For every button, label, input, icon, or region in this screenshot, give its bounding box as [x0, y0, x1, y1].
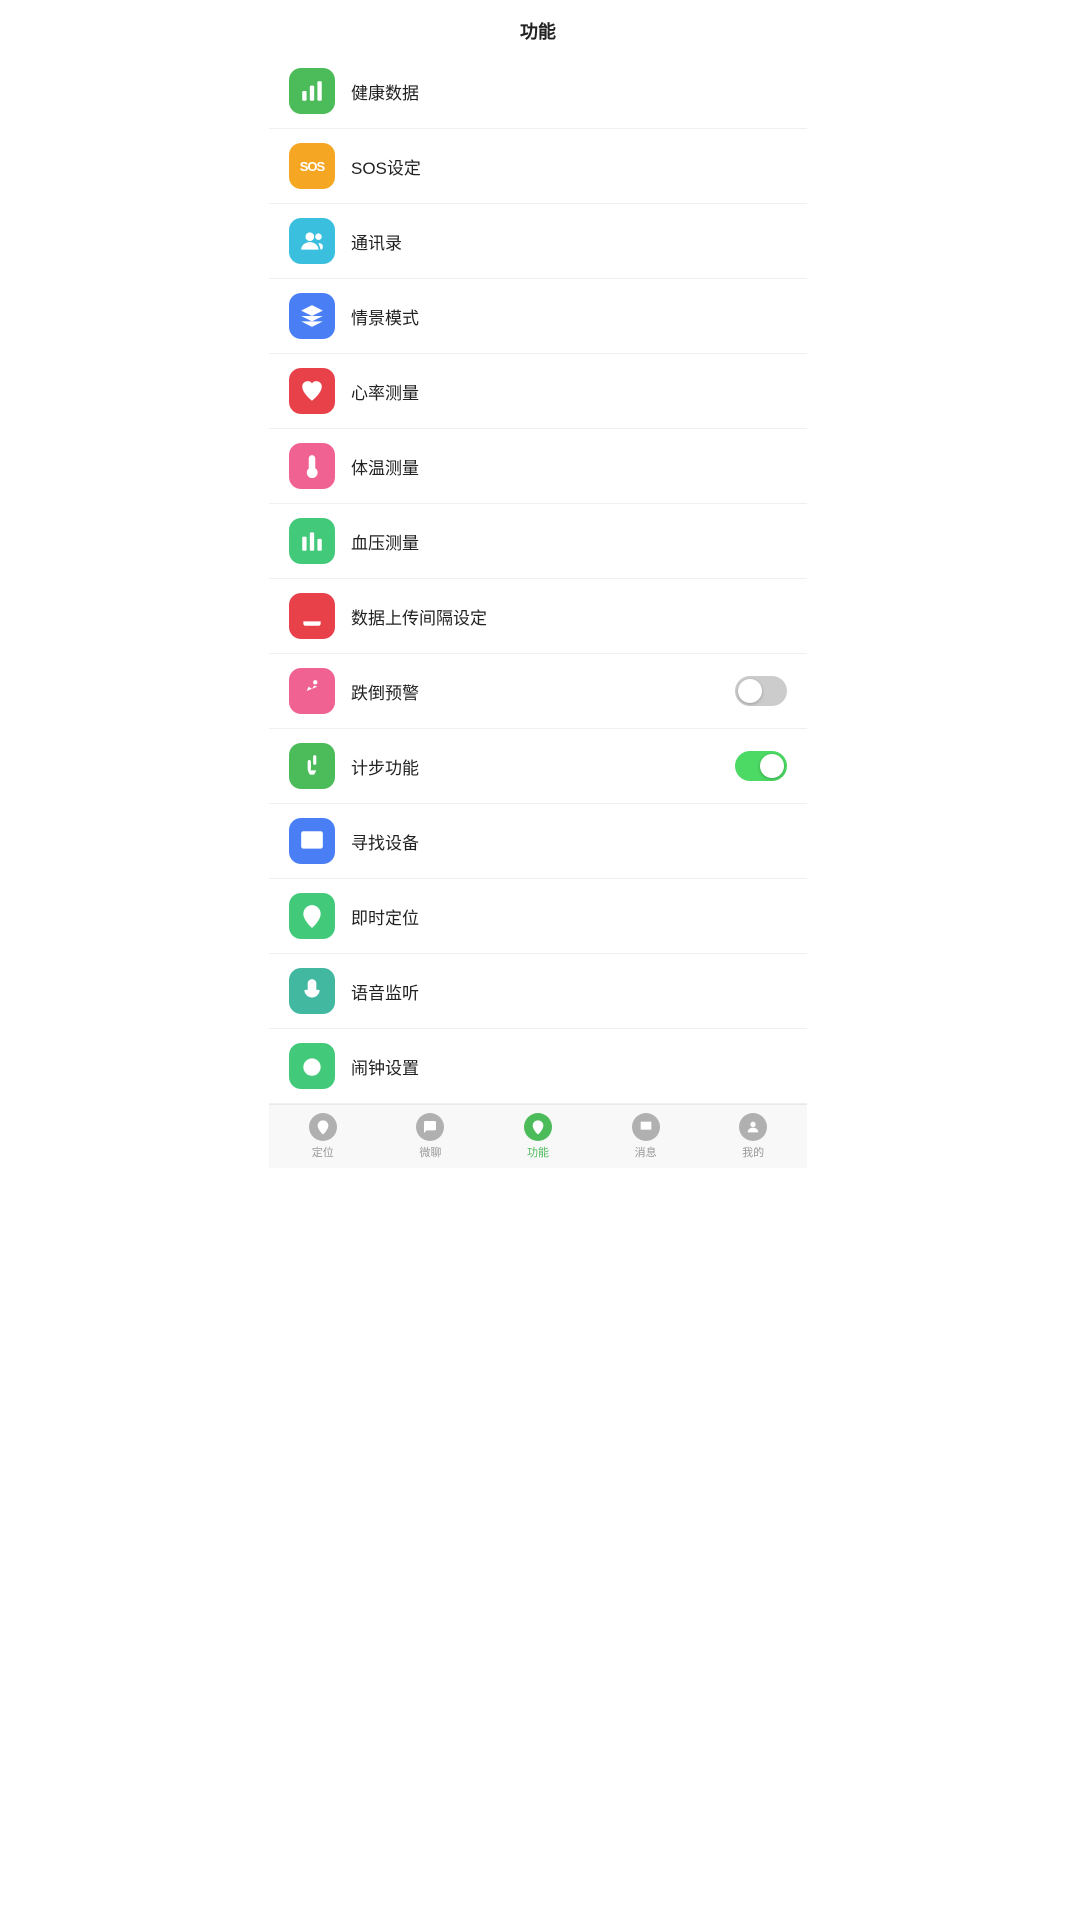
- menu-item-step-count[interactable]: 计步功能: [269, 729, 807, 804]
- fall-warning-toggle[interactable]: [735, 676, 787, 706]
- health-data-label: 健康数据: [351, 79, 787, 104]
- menu-item-find-device[interactable]: 寻找设备: [269, 804, 807, 879]
- nav-label-mine: 我的: [742, 1144, 764, 1160]
- heart-rate-icon: [289, 368, 335, 414]
- fall-warning-icon: [289, 668, 335, 714]
- scene-mode-icon: [289, 293, 335, 339]
- data-upload-icon: [289, 593, 335, 639]
- alarm-setting-icon: [289, 1043, 335, 1089]
- nav-label-chat: 微聊: [419, 1144, 441, 1160]
- menu-item-heart-rate[interactable]: 心率测量: [269, 354, 807, 429]
- find-device-icon: [289, 818, 335, 864]
- nav-item-chat[interactable]: 微聊: [408, 1109, 452, 1164]
- menu-item-scene-mode[interactable]: 情景模式: [269, 279, 807, 354]
- sos-setting-label: SOS设定: [351, 154, 787, 179]
- menu-item-blood-pressure[interactable]: 血压测量: [269, 504, 807, 579]
- temperature-icon: [289, 443, 335, 489]
- nav-item-location[interactable]: 定位: [301, 1109, 345, 1164]
- menu-item-fall-warning[interactable]: 跌倒预警: [269, 654, 807, 729]
- data-upload-label: 数据上传间隔设定: [351, 604, 787, 629]
- nav-label-function: 功能: [527, 1144, 549, 1160]
- heart-rate-label: 心率测量: [351, 379, 787, 404]
- nav-icon-mine: [739, 1113, 767, 1141]
- nav-icon-function: [524, 1113, 552, 1141]
- temperature-label: 体温测量: [351, 454, 787, 479]
- menu-item-realtime-location[interactable]: 即时定位: [269, 879, 807, 954]
- contacts-icon: [289, 218, 335, 264]
- nav-label-location: 定位: [312, 1144, 334, 1160]
- blood-pressure-label: 血压测量: [351, 529, 787, 554]
- nav-icon-chat: [416, 1113, 444, 1141]
- menu-item-contacts[interactable]: 通讯录: [269, 204, 807, 279]
- page-title: 功能: [269, 0, 807, 54]
- menu-item-voice-monitor[interactable]: 语音监听: [269, 954, 807, 1029]
- alarm-setting-label: 闹钟设置: [351, 1054, 787, 1079]
- step-count-icon: [289, 743, 335, 789]
- menu-list: 健康数据 SOS SOS设定通讯录情景模式心率测量体温测量血压测量数据上传间隔设定跌…: [269, 54, 807, 1104]
- menu-item-sos-setting[interactable]: SOS SOS设定: [269, 129, 807, 204]
- menu-item-temperature[interactable]: 体温测量: [269, 429, 807, 504]
- bottom-nav: 定位 微聊 功能 消息 我的: [269, 1104, 807, 1168]
- nav-item-mine[interactable]: 我的: [731, 1109, 775, 1164]
- voice-monitor-icon: [289, 968, 335, 1014]
- nav-item-function[interactable]: 功能: [516, 1109, 560, 1164]
- menu-item-health-data[interactable]: 健康数据: [269, 54, 807, 129]
- blood-pressure-icon: [289, 518, 335, 564]
- scene-mode-label: 情景模式: [351, 304, 787, 329]
- step-count-toggle[interactable]: [735, 751, 787, 781]
- voice-monitor-label: 语音监听: [351, 979, 787, 1004]
- health-data-icon: [289, 68, 335, 114]
- menu-item-data-upload[interactable]: 数据上传间隔设定: [269, 579, 807, 654]
- step-count-label: 计步功能: [351, 754, 735, 779]
- realtime-location-icon: [289, 893, 335, 939]
- nav-item-message[interactable]: 消息: [624, 1109, 668, 1164]
- nav-icon-location: [309, 1113, 337, 1141]
- realtime-location-label: 即时定位: [351, 904, 787, 929]
- fall-warning-label: 跌倒预警: [351, 679, 735, 704]
- nav-label-message: 消息: [635, 1144, 657, 1160]
- contacts-label: 通讯录: [351, 229, 787, 254]
- nav-icon-message: [632, 1113, 660, 1141]
- menu-item-alarm-setting[interactable]: 闹钟设置: [269, 1029, 807, 1104]
- sos-setting-icon: SOS: [289, 143, 335, 189]
- find-device-label: 寻找设备: [351, 829, 787, 854]
